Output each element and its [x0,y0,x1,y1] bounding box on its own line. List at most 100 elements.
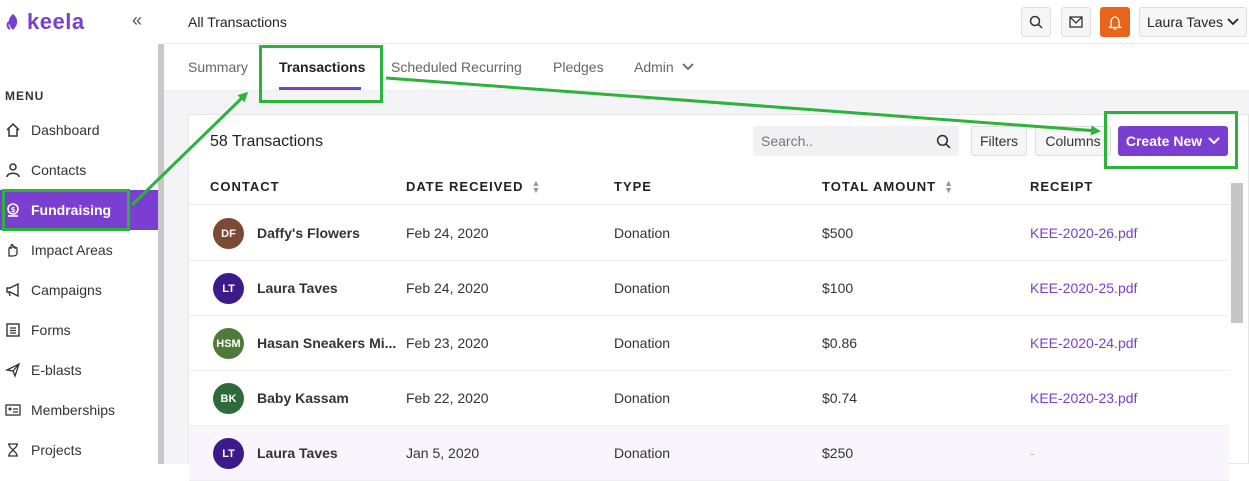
notifications-button[interactable] [1100,7,1130,37]
cell-date: Feb 24, 2020 [406,280,489,296]
bell-icon [1108,15,1122,30]
sidebar: keela « MENU Dashboard Contacts $ Fundra… [0,0,160,464]
sidebar-item-label: Dashboard [31,122,100,138]
cell-receipt[interactable]: KEE-2020-24.pdf [1030,335,1137,351]
menu-label: MENU [5,89,45,103]
tab-admin-label: Admin [634,59,674,75]
column-header-type[interactable]: TYPE [614,179,652,194]
tab-summary[interactable]: Summary [188,59,248,75]
transactions-card: 58 Transactions Filters Columns Create N… [188,114,1249,481]
sidebar-item-forms[interactable]: Forms [0,310,158,350]
cell-contact[interactable]: Laura Taves [257,280,338,296]
search-icon [1029,15,1043,29]
search-box[interactable] [753,126,959,156]
avatar: LT [213,438,244,469]
send-icon [5,362,21,378]
table-row[interactable]: HSM Hasan Sneakers Mi... Feb 23, 2020 Donat… [189,316,1229,371]
user-menu-button[interactable]: Laura Taves [1139,7,1247,37]
cell-receipt[interactable]: KEE-2020-26.pdf [1030,225,1137,241]
mail-icon [1069,16,1083,28]
filters-button[interactable]: Filters [971,126,1027,156]
create-new-button[interactable]: Create New [1118,126,1228,156]
hourglass-icon [5,442,21,458]
columns-button[interactable]: Columns [1035,126,1111,156]
table-header: CONTACT DATE RECEIVED ▲ ▼ TYPE TOTAL AMOUN… [189,169,1229,205]
chevron-down-icon [1227,18,1239,26]
chevron-down-icon [1208,137,1220,145]
search-input[interactable] [761,133,921,149]
table-row[interactable]: DF Daffy's Flowers Feb 24, 2020 Donation $50… [189,206,1229,261]
cell-contact[interactable]: Daffy's Flowers [257,225,360,241]
tab-transactions[interactable]: Transactions [279,59,365,75]
cell-type: Donation [614,445,671,461]
table-scrollbar[interactable] [1231,183,1243,323]
chevron-down-icon [682,63,694,71]
sidebar-item-eblasts[interactable]: E-blasts [0,350,158,390]
user-name: Laura Taves [1146,14,1223,30]
home-icon [5,122,21,138]
hand-icon [5,242,21,258]
cell-amount: $0.86 [822,335,858,351]
active-tab-indicator [279,87,361,90]
cell-receipt[interactable]: KEE-2020-23.pdf [1030,390,1137,406]
keela-logo[interactable]: keela [5,9,85,35]
cell-date: Jan 5, 2020 [406,445,480,461]
sidebar-item-label: Memberships [31,402,116,418]
megaphone-icon [5,282,21,298]
messages-button[interactable] [1061,7,1091,37]
user-icon [5,162,21,178]
column-label: TYPE [614,179,652,194]
avatar: DF [213,218,244,249]
cell-type: Donation [614,390,671,406]
avatar: LT [213,273,244,304]
column-header-contact[interactable]: CONTACT [210,179,280,194]
sidebar-item-memberships[interactable]: Memberships [0,390,158,430]
search-icon [936,134,951,148]
cell-contact[interactable]: Hasan Sneakers Mi... [257,335,396,351]
sidebar-item-projects[interactable]: Projects [0,430,158,470]
table-row[interactable]: LT Laura Taves Jan 5, 2020 Donation $250 - [189,426,1229,481]
sort-icon: ▲ ▼ [944,177,954,195]
cell-type: Donation [614,225,671,241]
sidebar-item-contacts[interactable]: Contacts [0,150,158,190]
cell-contact[interactable]: Baby Kassam [257,390,349,406]
collapse-sidebar-icon[interactable]: « [132,10,142,31]
id-card-icon [5,402,21,418]
transaction-count: 58 Transactions [210,133,323,150]
table-row[interactable]: LT Laura Taves Feb 24, 2020 Donation $100 KEE… [189,261,1229,316]
create-new-label: Create New [1125,133,1203,149]
sidebar-item-label: Contacts [31,162,87,178]
cell-type: Donation [614,335,671,351]
tab-pledges[interactable]: Pledges [553,59,604,75]
fundraising-icon: $ [5,202,21,218]
avatar: HSM [213,328,244,359]
cell-date: Feb 22, 2020 [406,390,489,406]
column-header-total-amount[interactable]: TOTAL AMOUNT ▲ ▼ [822,177,954,195]
sidebar-item-fundraising[interactable]: $ Fundraising [0,190,158,230]
column-label: CONTACT [210,179,280,194]
sidebar-item-label: E-blasts [31,362,82,378]
cell-date: Feb 23, 2020 [406,335,489,351]
table-row[interactable]: BK Baby Kassam Feb 22, 2020 Donation $0.74 KE… [189,371,1229,426]
sidebar-item-impact-areas[interactable]: Impact Areas [0,230,158,270]
cell-amount: $500 [822,225,854,241]
svg-text:$: $ [11,206,16,214]
column-label: RECEIPT [1030,179,1094,194]
search-button[interactable] [1021,7,1051,37]
avatar: BK [213,383,244,414]
cell-receipt[interactable]: KEE-2020-25.pdf [1030,280,1137,296]
sidebar-item-campaigns[interactable]: Campaigns [0,270,158,310]
cell-contact[interactable]: Laura Taves [257,445,338,461]
cell-type: Donation [614,280,671,296]
cell-date: Feb 24, 2020 [406,225,489,241]
tab-scheduled-recurring[interactable]: Scheduled Recurring [391,59,522,75]
column-label: DATE RECEIVED [406,179,524,194]
sidebar-item-dashboard[interactable]: Dashboard [0,110,158,150]
page-title: All Transactions [188,14,287,30]
tab-admin[interactable]: Admin [634,59,694,75]
cell-receipt: - [1030,445,1035,461]
sidebar-item-label: Fundraising [31,202,112,218]
column-header-receipt[interactable]: RECEIPT [1030,179,1093,194]
column-header-date-received[interactable]: DATE RECEIVED ▲ ▼ [406,178,541,194]
app-name: keela [27,9,85,34]
